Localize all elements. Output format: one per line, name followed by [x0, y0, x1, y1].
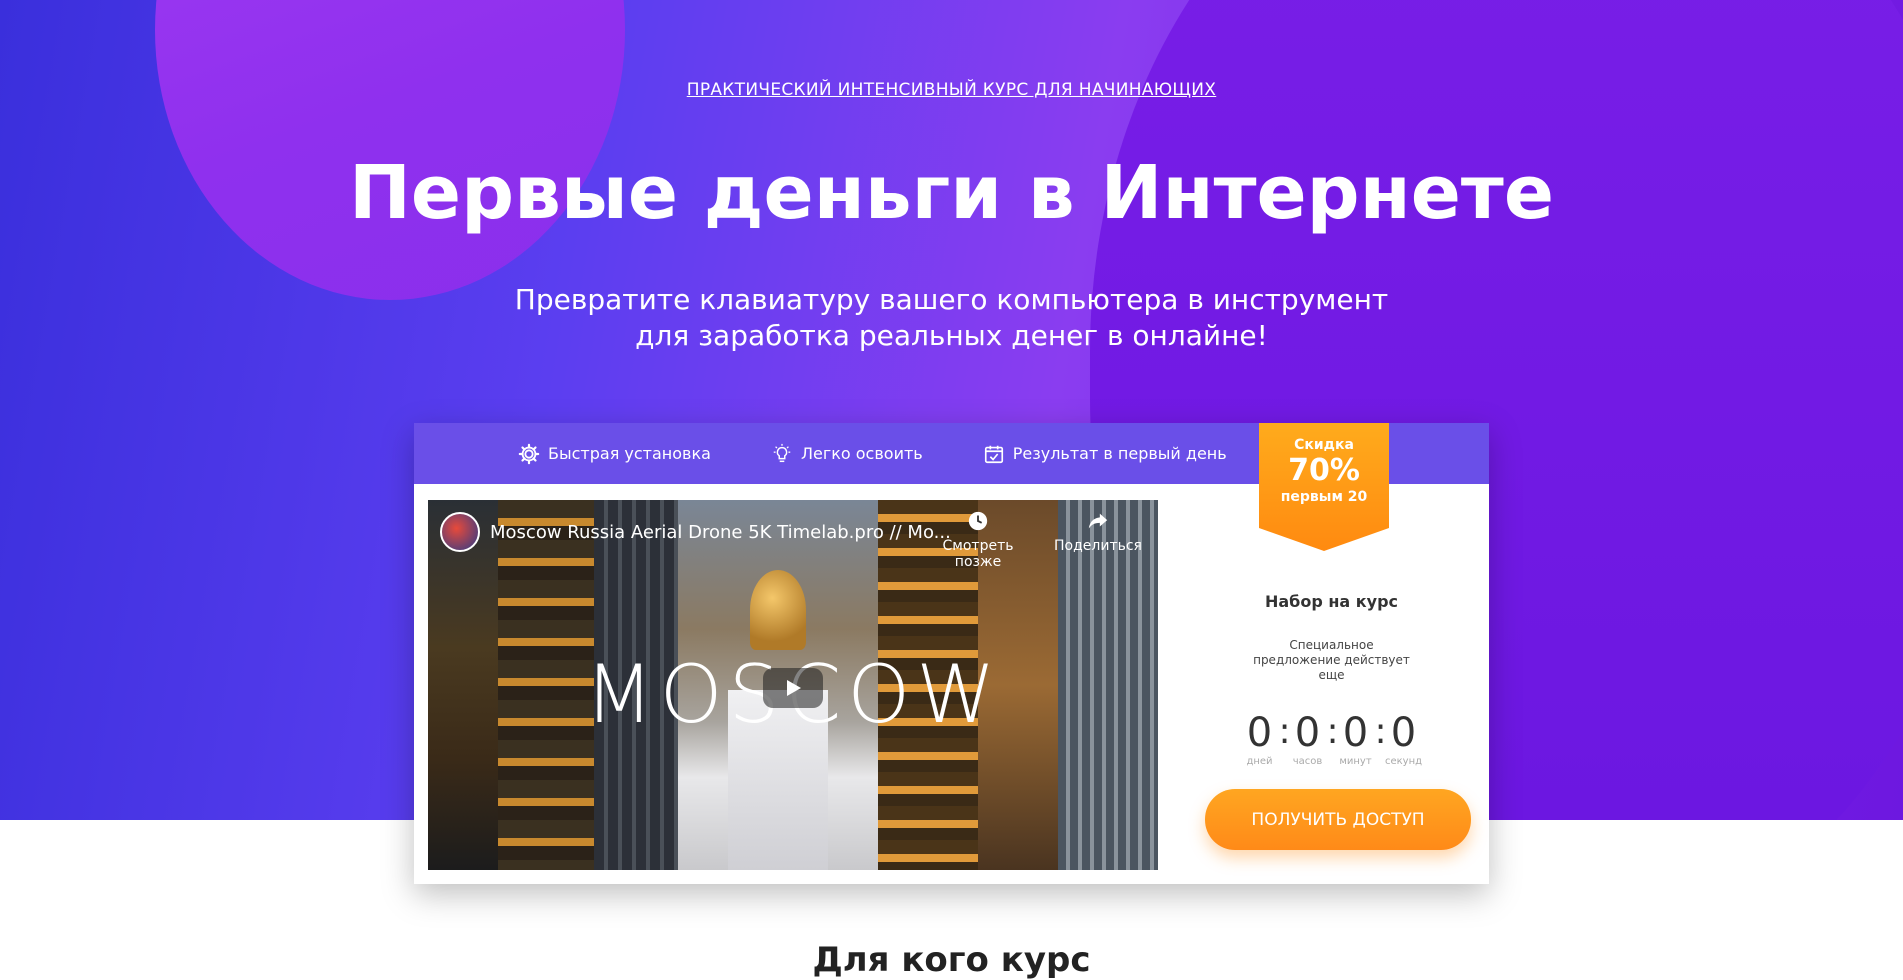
eyebrow-link[interactable]: ПРАКТИЧЕСКИЙ ИНТЕНСИВНЫЙ КУРС ДЛЯ НАЧИНА… [0, 80, 1903, 100]
share-label: Поделиться [1054, 538, 1142, 554]
enrollment-title: Набор на курс [1264, 592, 1399, 611]
timer-separator: : [1326, 711, 1339, 752]
calendar-check-icon [984, 445, 1003, 463]
offer-note: Специальное предложение действует еще [1253, 638, 1410, 682]
feature-label: Результат в первый день [1012, 444, 1227, 463]
timer-seconds-label: секунд [1384, 756, 1423, 767]
timer-hours: 0 часов [1289, 710, 1327, 767]
timer-hours-label: часов [1292, 756, 1323, 767]
video-player[interactable]: Moscow Russia Aerial Drone 5K Timelab.pr… [428, 500, 1158, 870]
feature-label: Легко освоить [800, 444, 923, 463]
course-card: Быстрая установка Легко освоить Результа… [414, 423, 1489, 884]
timer-separator: : [1374, 711, 1387, 752]
channel-avatar[interactable] [440, 512, 480, 552]
get-access-button[interactable]: ПОЛУЧИТЬ ДОСТУП [1205, 789, 1471, 850]
page-title: Первые деньги в Интернете [348, 150, 1555, 236]
badge-bottom-text: первым 20 [1280, 489, 1368, 505]
clock-icon [968, 511, 988, 531]
lightbulb-icon [773, 443, 791, 462]
share-icon [1088, 513, 1108, 529]
timer-days: 0 дней [1241, 710, 1279, 767]
watch-later-label: Смотреть позже [942, 538, 1014, 570]
discount-badge: Скидка 70% первым 20 [1259, 423, 1389, 551]
badge-percent: 70% [1288, 453, 1360, 488]
feature-first-day-result: Результат в первый день [983, 443, 1227, 465]
subtitle-line-1: Превратите клавиатуру вашего компьютера … [514, 283, 1389, 316]
golden-dome [750, 570, 806, 650]
play-icon[interactable] [763, 668, 823, 708]
gear-icon [518, 443, 540, 464]
timer-minutes-value: 0 [1342, 710, 1369, 756]
feature-fast-install: Быстрая установка [518, 443, 711, 465]
hero-subtitle: Превратите клавиатуру вашего компьютера … [0, 282, 1903, 354]
timer-days-label: дней [1246, 756, 1273, 767]
timer-minutes-label: минут [1339, 756, 1372, 767]
timer-seconds-value: 0 [1390, 710, 1417, 756]
timer-days-value: 0 [1246, 710, 1273, 756]
timer-seconds: 0 секунд [1385, 710, 1423, 767]
section-title-audience: Для кого курс [812, 940, 1091, 980]
timer-hours-value: 0 [1294, 710, 1321, 756]
video-title[interactable]: Moscow Russia Aerial Drone 5K Timelab.pr… [490, 522, 951, 543]
badge-top-text: Скидка [1294, 437, 1354, 453]
watch-later-button[interactable]: Смотреть позже [918, 510, 1038, 570]
timer-minutes: 0 минут [1337, 710, 1375, 767]
features-bar: Быстрая установка Легко освоить Результа… [414, 423, 1489, 551]
subtitle-line-2: для заработка реальных денег в онлайне! [635, 319, 1268, 352]
timer-separator: : [1278, 711, 1291, 752]
feature-easy-learn: Легко освоить [771, 443, 923, 465]
share-button[interactable]: Поделиться [1048, 510, 1148, 554]
feature-label: Быстрая установка [548, 444, 711, 463]
countdown-timer: 0 дней : 0 часов : 0 минут : 0 секунд [1174, 710, 1489, 767]
badge-text: Скидка 70% первым 20 [1259, 437, 1389, 505]
